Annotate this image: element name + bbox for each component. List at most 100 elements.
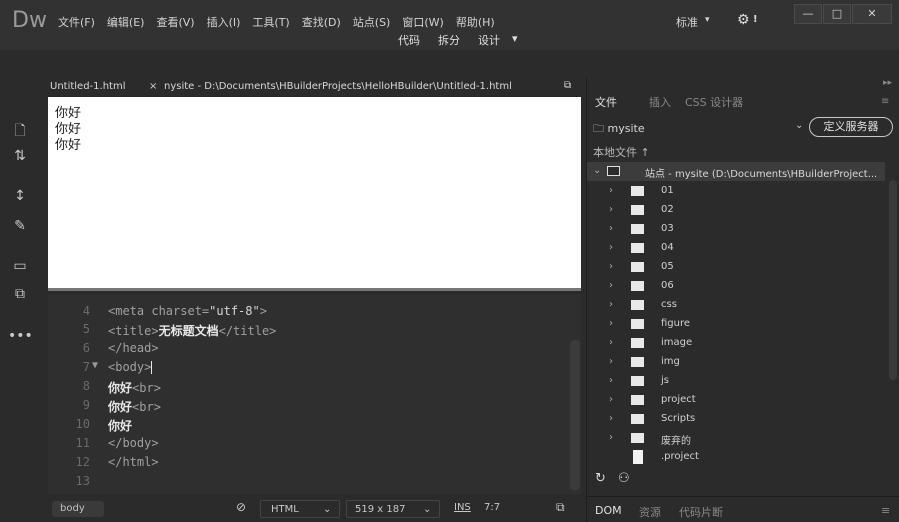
tree-item-label: 06 — [661, 280, 674, 291]
chevron-right-icon[interactable]: › — [609, 337, 613, 348]
view-split-button[interactable]: 拆分 — [438, 32, 460, 48]
tree-item[interactable]: › Scripts — [587, 410, 885, 429]
expand-icon[interactable]: ↕ — [8, 188, 32, 208]
check-icon[interactable]: ⊘ — [236, 500, 246, 514]
brush-icon[interactable]: ✎ — [8, 218, 32, 238]
fold-arrow-icon[interactable]: ▼ — [92, 360, 98, 371]
tree-item-label: image — [661, 337, 693, 348]
gear-icon[interactable]: ⚙ — [737, 12, 750, 28]
tab-dom[interactable]: DOM — [595, 504, 622, 517]
code-view[interactable]: 4 <meta charset="utf-8"> 5 <title>无标题文档<… — [48, 294, 581, 494]
code-text: 你好 — [108, 381, 133, 395]
design-text-line[interactable]: 你好 — [48, 122, 581, 138]
code-tag: <br> — [132, 400, 161, 414]
close-button[interactable]: ✕ — [852, 4, 892, 24]
tree-item[interactable]: › 03 — [587, 220, 885, 239]
panel-collapse-icon[interactable]: ▸▸ — [883, 78, 892, 88]
tab-files[interactable]: 文件 — [595, 94, 617, 110]
document-path: nysite - D:\Documents\HBuilderProjects\H… — [164, 81, 512, 92]
tree-item-label: figure — [661, 318, 691, 329]
close-icon[interactable]: × — [149, 81, 157, 92]
tree-item[interactable]: › css — [587, 296, 885, 315]
chevron-right-icon[interactable]: › — [609, 280, 613, 291]
tab-snippets[interactable]: 代码片断 — [679, 504, 723, 520]
tree-item-label: css — [661, 299, 677, 310]
tag-selector[interactable]: body — [52, 501, 104, 517]
tree-item[interactable]: › 01 — [587, 182, 885, 201]
chevron-right-icon[interactable]: › — [609, 204, 613, 215]
code-tag: <body> — [108, 360, 152, 374]
line-number: 4 — [82, 304, 90, 318]
local-files-label[interactable]: 本地文件 ↑ — [593, 144, 650, 160]
chevron-right-icon[interactable]: › — [609, 185, 613, 196]
preview-icon[interactable]: ⧉ — [556, 500, 565, 515]
tree-item[interactable]: › 02 — [587, 201, 885, 220]
more-icon[interactable]: ••• — [8, 328, 33, 348]
chevron-down-icon[interactable]: ⌄ — [795, 120, 803, 131]
tab-assets[interactable]: 资源 — [639, 504, 661, 520]
view-code-button[interactable]: 代码 — [398, 32, 420, 48]
insert-mode[interactable]: INS — [454, 502, 471, 513]
tab-insert[interactable]: 插入 — [649, 94, 671, 110]
folder-icon — [631, 224, 644, 234]
tree-item[interactable]: › image — [587, 334, 885, 353]
tree-item[interactable]: › 06 — [587, 277, 885, 296]
chevron-right-icon[interactable]: › — [609, 223, 613, 234]
float-window-icon[interactable]: ⧉ — [564, 80, 571, 91]
tree-item[interactable]: › js — [587, 372, 885, 391]
comment-icon[interactable]: ▭ — [8, 258, 32, 278]
chevron-right-icon[interactable]: › — [609, 356, 613, 367]
view-design-button[interactable]: 设计 — [478, 32, 500, 48]
design-text-line[interactable]: 你好 — [48, 97, 581, 122]
tree-item[interactable]: › img — [587, 353, 885, 372]
tree-item-label: js — [661, 375, 669, 386]
tree-item[interactable]: › 04 — [587, 239, 885, 258]
sort-icon[interactable]: ⇅ — [8, 148, 32, 168]
chevron-down-icon[interactable]: ▾ — [705, 15, 710, 25]
code-scrollbar[interactable] — [570, 340, 580, 490]
line-number: 9 — [82, 398, 90, 412]
folder-icon: 🗀 — [593, 122, 608, 135]
panel-menu-icon[interactable]: ≡ — [881, 504, 890, 517]
panel-menu-icon[interactable]: ≡ — [881, 96, 889, 107]
code-tag: <meta charset= — [108, 304, 210, 318]
language-select[interactable]: HTML ⌄ — [260, 500, 340, 518]
chevron-right-icon[interactable]: › — [609, 413, 613, 424]
chevron-right-icon[interactable]: › — [609, 432, 613, 443]
chevron-down-icon[interactable]: ⌄ — [593, 165, 601, 176]
tree-root-site[interactable]: ⌄ 站点 - mysite (D:\Documents\HBuilderProj… — [587, 162, 885, 181]
tree-scrollbar[interactable] — [889, 180, 897, 380]
tree-item[interactable]: .project — [587, 448, 885, 467]
line-number: 6 — [82, 341, 90, 355]
line-number: 11 — [75, 436, 90, 450]
minimize-button[interactable]: — — [794, 4, 822, 24]
file-icon[interactable]: 🗋 — [8, 120, 32, 140]
chevron-down-icon[interactable]: ▾ — [512, 32, 518, 45]
define-server-button[interactable]: 定义服务器 — [809, 117, 893, 137]
design-text-line[interactable]: 你好 — [48, 138, 581, 154]
site-select[interactable]: 🗀 mysite — [593, 120, 645, 139]
chevron-right-icon[interactable]: › — [609, 299, 613, 310]
tree-item[interactable]: › 05 — [587, 258, 885, 277]
maximize-button[interactable]: □ — [823, 4, 851, 24]
chevron-right-icon[interactable]: › — [609, 318, 613, 329]
chevron-right-icon[interactable]: › — [609, 375, 613, 386]
connect-icon[interactable]: ⚇ — [618, 471, 630, 486]
tab-untitled[interactable]: Untitled-1.html — [50, 81, 125, 92]
refresh-icon[interactable]: ↻ — [595, 471, 606, 486]
chevron-right-icon[interactable]: › — [609, 242, 613, 253]
window-size-select[interactable]: 519 x 187 ⌄ — [346, 500, 440, 518]
code-text: 你好 — [108, 400, 133, 414]
tree-item[interactable]: › figure — [587, 315, 885, 334]
tree-item[interactable]: › project — [587, 391, 885, 410]
tab-css-designer[interactable]: CSS 设计器 — [685, 94, 743, 110]
format-icon[interactable]: ⧉ — [8, 286, 32, 306]
tree-item-label: 废弃的 — [661, 436, 691, 447]
site-name: mysite — [607, 122, 645, 135]
line-number: 10 — [75, 417, 90, 431]
tree-item[interactable]: › 废弃的 — [587, 429, 885, 448]
chevron-right-icon[interactable]: › — [609, 394, 613, 405]
chevron-right-icon[interactable]: › — [609, 261, 613, 272]
code-tag: > — [259, 304, 267, 318]
design-view[interactable]: 你好 你好 你好 — [48, 97, 581, 291]
